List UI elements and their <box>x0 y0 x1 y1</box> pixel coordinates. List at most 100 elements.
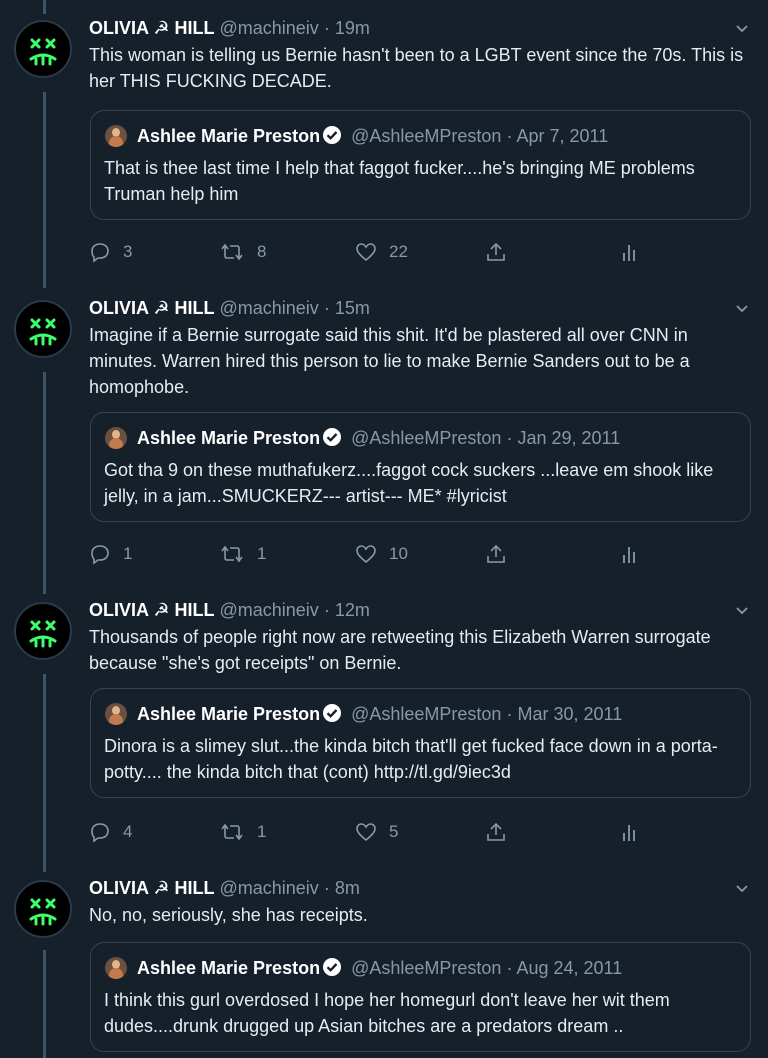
retweet-button[interactable]: 8 <box>219 240 266 264</box>
retweet-icon <box>221 823 243 841</box>
tweet[interactable]: OLIVIA ☭ HILL @machineiv · 8m No, no, se… <box>0 864 768 1058</box>
like-button[interactable]: 10 <box>355 542 408 566</box>
timestamp[interactable]: 12m <box>335 600 370 620</box>
xx-sad-face-icon <box>29 38 57 66</box>
separator: · <box>323 600 330 620</box>
retweet-button[interactable]: 1 <box>219 820 266 844</box>
action-bar: 1 1 10 <box>89 542 649 566</box>
tweet-text: This woman is telling us Bernie hasn't b… <box>89 45 744 91</box>
reply-button[interactable]: 1 <box>89 542 132 566</box>
chevron-down-icon[interactable] <box>734 880 750 896</box>
author-name[interactable]: OLIVIA ☭ HILL <box>89 878 214 898</box>
tweet-text: Thousands of people right now are retwee… <box>89 627 711 673</box>
xx-sad-face-icon <box>29 898 57 926</box>
tweet[interactable]: OLIVIA ☭ HILL @machineiv · 15m Imagine i… <box>0 284 768 586</box>
separator: · <box>323 878 330 898</box>
quoted-author-name: Ashlee Marie Preston <box>137 704 321 724</box>
analytics-icon <box>623 825 635 841</box>
retweet-button[interactable]: 1 <box>219 542 266 566</box>
heart-icon <box>356 243 376 262</box>
quoted-tweet[interactable]: Ashlee Marie Preston @AshleeMPreston · A… <box>90 942 751 1052</box>
like-count: 10 <box>389 544 408 563</box>
action-bar: 4 1 5 <box>89 820 649 844</box>
chevron-down-icon[interactable] <box>734 20 750 36</box>
reply-count: 1 <box>123 544 133 563</box>
share-button[interactable] <box>485 240 519 264</box>
analytics-button[interactable] <box>619 542 651 566</box>
share-icon <box>487 544 505 563</box>
analytics-button[interactable] <box>619 240 651 264</box>
quoted-header: Ashlee Marie Preston @AshleeMPreston · A… <box>137 955 622 981</box>
avatar[interactable] <box>14 880 72 938</box>
timestamp[interactable]: 19m <box>335 18 370 38</box>
reply-icon <box>91 545 109 565</box>
separator: · <box>323 298 330 318</box>
tweet-header: OLIVIA ☭ HILL @machineiv · 8m <box>89 876 360 900</box>
retweet-count: 8 <box>257 242 267 261</box>
separator: · <box>506 428 513 448</box>
reply-count: 3 <box>123 242 133 261</box>
retweet-icon <box>221 243 243 261</box>
quoted-text: That is thee last time I help that faggo… <box>104 158 695 204</box>
like-count: 22 <box>389 242 408 261</box>
retweet-count: 1 <box>257 822 267 841</box>
tweet[interactable]: OLIVIA ☭ HILL @machineiv · 19m This woma… <box>0 4 768 286</box>
quoted-tweet[interactable]: Ashlee Marie Preston @AshleeMPreston · A… <box>90 110 751 220</box>
verified-badge-icon <box>323 126 342 144</box>
tweet[interactable]: OLIVIA ☭ HILL @machineiv · 12m Thousands… <box>0 586 768 866</box>
timestamp[interactable]: 8m <box>335 878 360 898</box>
quoted-text: I think this gurl overdosed I hope her h… <box>104 990 670 1036</box>
author-name[interactable]: OLIVIA ☭ HILL <box>89 298 214 318</box>
timestamp[interactable]: 15m <box>335 298 370 318</box>
author-name[interactable]: OLIVIA ☭ HILL <box>89 18 214 38</box>
author-name[interactable]: OLIVIA ☭ HILL <box>89 600 214 620</box>
verified-badge-icon <box>323 958 342 976</box>
quoted-tweet[interactable]: Ashlee Marie Preston @AshleeMPreston · J… <box>90 412 751 522</box>
verified-badge-icon <box>323 428 342 446</box>
reply-count: 4 <box>123 822 133 841</box>
avatar[interactable] <box>14 20 72 78</box>
chevron-down-icon[interactable] <box>734 300 750 316</box>
separator: · <box>506 958 513 978</box>
quoted-header: Ashlee Marie Preston @AshleeMPreston · M… <box>137 701 622 727</box>
separator: · <box>506 704 513 724</box>
tweet-header: OLIVIA ☭ HILL @machineiv · 12m <box>89 598 370 622</box>
quoted-avatar <box>105 427 127 449</box>
analytics-icon <box>623 547 635 563</box>
share-button[interactable] <box>485 820 519 844</box>
tweet-text: No, no, seriously, she has receipts. <box>89 905 368 925</box>
quoted-date: Apr 7, 2011 <box>516 126 609 146</box>
heart-icon <box>356 545 376 564</box>
like-button[interactable]: 5 <box>355 820 398 844</box>
quoted-tweet[interactable]: Ashlee Marie Preston @AshleeMPreston · M… <box>90 688 751 798</box>
quoted-date: Aug 24, 2011 <box>516 958 623 978</box>
like-button[interactable]: 22 <box>355 240 408 264</box>
quoted-date: Mar 30, 2011 <box>517 704 623 724</box>
reply-icon <box>91 243 109 263</box>
reply-button[interactable]: 4 <box>89 820 132 844</box>
avatar[interactable] <box>14 602 72 660</box>
quoted-author-name: Ashlee Marie Preston <box>137 958 321 978</box>
quoted-text: Got tha 9 on these muthafukerz....faggot… <box>104 460 714 506</box>
quoted-header: Ashlee Marie Preston @AshleeMPreston · J… <box>137 425 620 451</box>
chevron-down-icon[interactable] <box>734 602 750 618</box>
reply-button[interactable]: 3 <box>89 240 132 264</box>
avatar[interactable] <box>14 300 72 358</box>
share-icon <box>487 242 505 261</box>
author-handle[interactable]: @machineiv <box>219 298 318 318</box>
quoted-author-handle: @AshleeMPreston <box>351 126 502 146</box>
quoted-avatar <box>105 703 127 725</box>
separator: · <box>506 126 513 146</box>
reply-icon <box>91 823 109 843</box>
heart-icon <box>356 823 376 842</box>
quoted-author-handle: @AshleeMPreston <box>351 704 502 724</box>
analytics-button[interactable] <box>619 820 651 844</box>
quoted-author-name: Ashlee Marie Preston <box>137 126 321 146</box>
author-handle[interactable]: @machineiv <box>219 878 318 898</box>
action-bar: 3 8 22 <box>89 240 649 264</box>
author-handle[interactable]: @machineiv <box>219 600 318 620</box>
share-button[interactable] <box>485 542 519 566</box>
quoted-text: Dinora is a slimey slut...the kinda bitc… <box>104 736 718 782</box>
author-handle[interactable]: @machineiv <box>219 18 318 38</box>
like-count: 5 <box>389 822 399 841</box>
